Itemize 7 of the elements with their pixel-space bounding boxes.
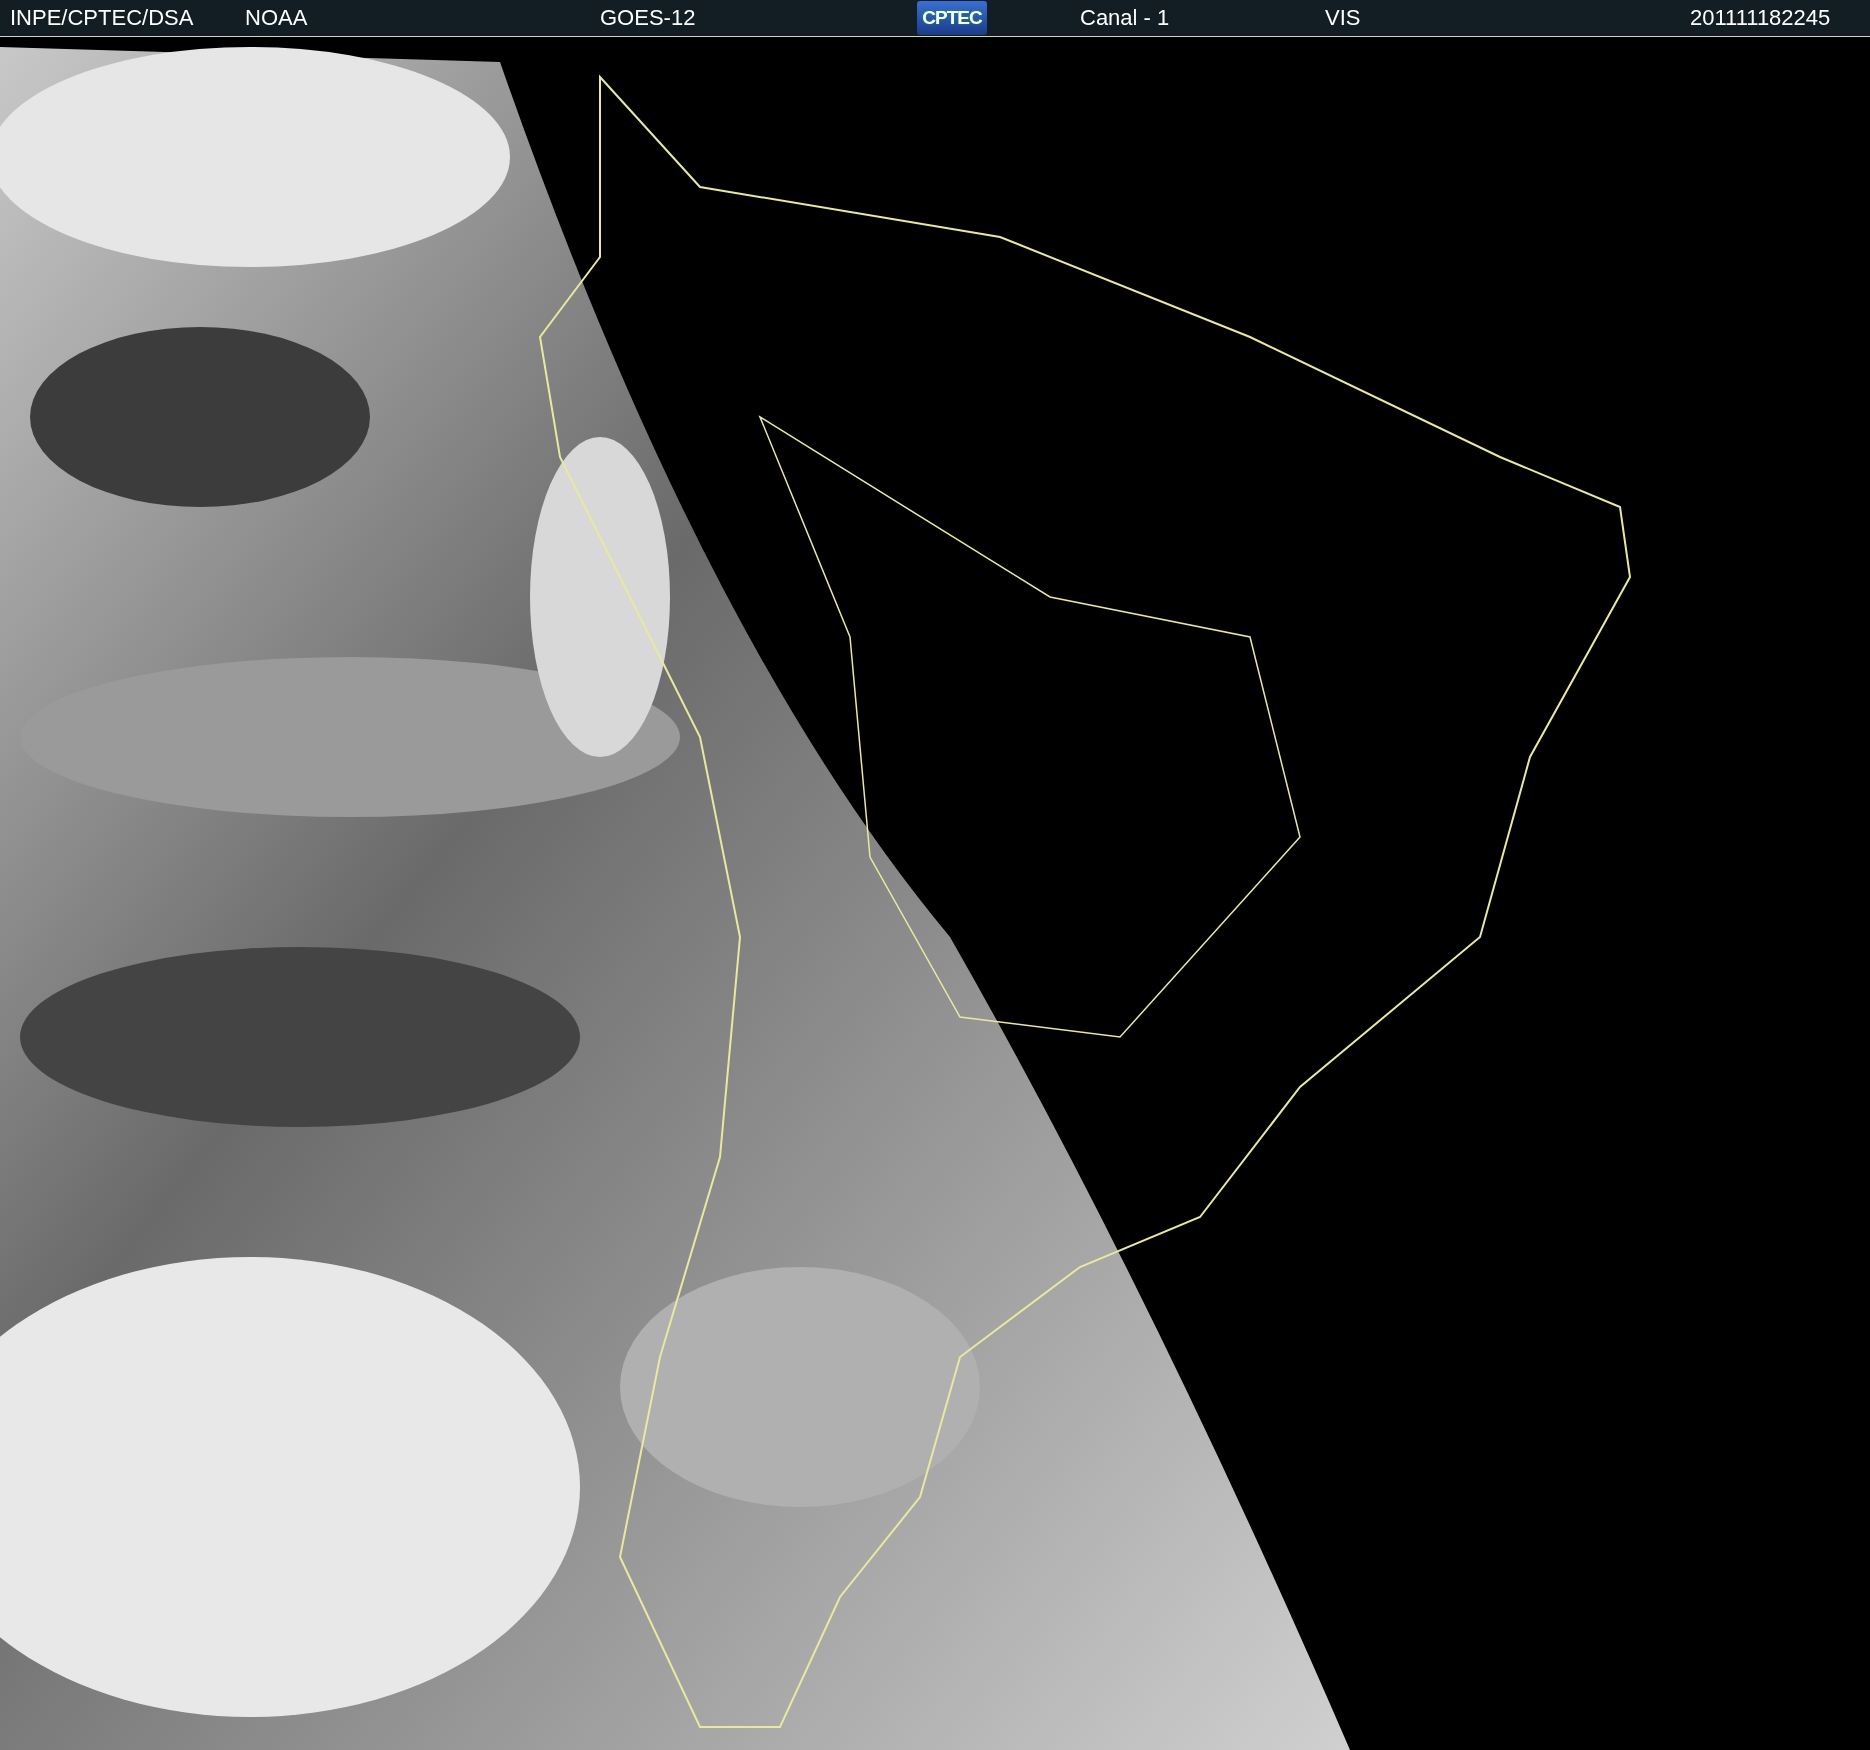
- channel-label: Canal - 1: [1080, 5, 1170, 31]
- band-label: VIS: [1325, 5, 1361, 31]
- logo: CPTEC: [917, 1, 987, 35]
- agency-label: NOAA: [245, 5, 308, 31]
- source-label: INPE/CPTEC/DSA: [10, 5, 194, 31]
- satellite-label: GOES-12: [600, 5, 696, 31]
- timestamp-label: 201111182245: [1690, 5, 1831, 31]
